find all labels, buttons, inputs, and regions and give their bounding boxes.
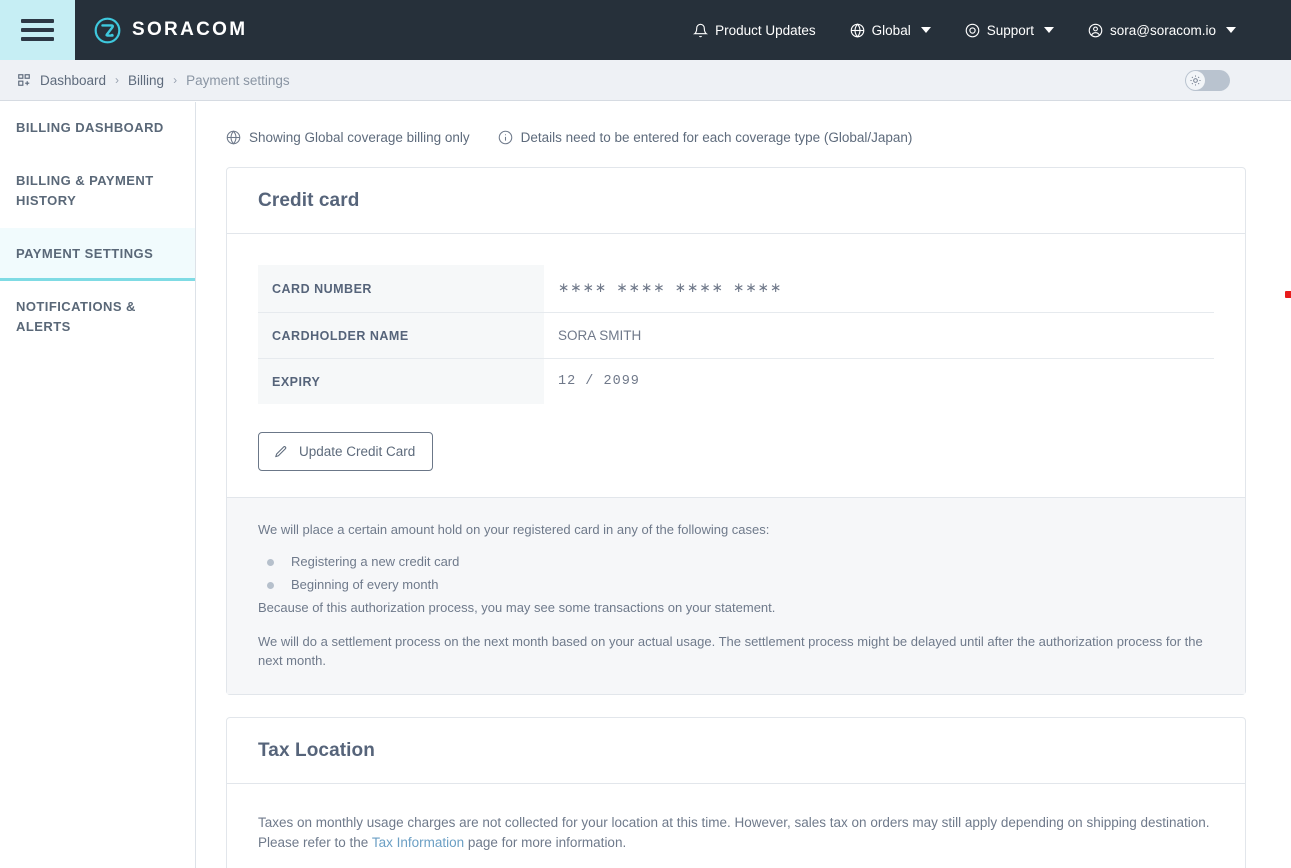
tax-location-panel-header: Tax Location <box>227 718 1245 784</box>
footer-paragraph-2: We will do a settlement process on the n… <box>258 632 1214 670</box>
sun-icon <box>1190 75 1201 86</box>
nav-user-account-label: sora@soracom.io <box>1110 23 1216 38</box>
pencil-icon <box>274 445 288 459</box>
table-row: CARDHOLDER NAME SORA SMITH <box>258 313 1214 359</box>
hamburger-icon-line <box>21 37 54 41</box>
main-content: Showing Global coverage billing only Det… <box>197 102 1291 868</box>
breadcrumb-item-billing[interactable]: Billing <box>128 73 164 88</box>
notice-row: Showing Global coverage billing only Det… <box>197 102 1291 145</box>
credit-card-footer-note: We will place a certain amount hold on y… <box>227 497 1245 694</box>
chevron-down-icon <box>921 27 931 33</box>
top-header-bar: SORACOM Product Updates Global <box>0 0 1291 60</box>
expiry-value: 12 / 2099 <box>544 359 1214 405</box>
table-row: EXPIRY 12 / 2099 <box>258 359 1214 405</box>
chevron-down-icon <box>1044 27 1054 33</box>
credit-card-title: Credit card <box>258 190 1214 212</box>
table-row: CARD NUMBER ∗∗∗∗ ∗∗∗∗ ∗∗∗∗ ∗∗∗∗ <box>258 265 1214 313</box>
list-item: Beginning of every month <box>258 575 1214 594</box>
info-circle-icon <box>498 130 513 145</box>
cursor-marker-dot <box>1285 291 1291 298</box>
credit-card-panel-header: Credit card <box>227 168 1245 234</box>
breadcrumb-item-dashboard[interactable]: Dashboard <box>40 73 106 88</box>
notice-coverage-scope: Showing Global coverage billing only <box>226 130 470 145</box>
footer-after-bullets: Because of this authorization process, y… <box>258 598 1214 617</box>
notice-coverage-details-text: Details need to be entered for each cove… <box>521 130 913 145</box>
tax-location-panel-body: Taxes on monthly usage charges are not c… <box>227 784 1245 868</box>
nav-coverage-global[interactable]: Global <box>833 0 948 60</box>
card-number-value: ∗∗∗∗ ∗∗∗∗ ∗∗∗∗ ∗∗∗∗ <box>544 265 1214 313</box>
credit-card-panel: Credit card CARD NUMBER ∗∗∗∗ ∗∗∗∗ ∗∗∗∗ ∗… <box>226 167 1246 695</box>
tax-location-panel: Tax Location Taxes on monthly usage char… <box>226 717 1246 868</box>
tax-location-title: Tax Location <box>258 740 1214 762</box>
footer-bullet-list: Registering a new credit card Beginning … <box>258 552 1214 594</box>
sidebar-item-billing-payment-history[interactable]: BILLING & PAYMENT HISTORY <box>0 155 195 228</box>
bell-icon <box>693 23 708 38</box>
globe-icon <box>226 130 241 145</box>
nav-support[interactable]: Support <box>948 0 1071 60</box>
notice-coverage-details: Details need to be entered for each cove… <box>498 130 913 145</box>
soracom-logo-icon <box>94 17 121 44</box>
cardholder-name-label: CARDHOLDER NAME <box>258 313 544 359</box>
hamburger-icon-line <box>21 28 54 32</box>
user-circle-icon <box>1088 23 1103 38</box>
theme-toggle[interactable] <box>1185 70 1230 91</box>
sidebar-item-notifications-alerts[interactable]: NOTIFICATIONS & ALERTS <box>0 281 195 354</box>
nav-user-account[interactable]: sora@soracom.io <box>1071 0 1253 60</box>
sidebar: BILLING DASHBOARD BILLING & PAYMENT HIST… <box>0 102 196 868</box>
cardholder-name-value: SORA SMITH <box>544 313 1214 359</box>
hamburger-menu-button[interactable] <box>0 0 75 60</box>
expiry-label: EXPIRY <box>258 359 544 405</box>
globe-icon <box>850 23 865 38</box>
sidebar-item-payment-settings[interactable]: PAYMENT SETTINGS <box>0 228 195 281</box>
credit-card-table: CARD NUMBER ∗∗∗∗ ∗∗∗∗ ∗∗∗∗ ∗∗∗∗ CARDHOLD… <box>258 265 1214 404</box>
sidebar-item-billing-dashboard[interactable]: BILLING DASHBOARD <box>0 102 195 155</box>
nav-coverage-global-label: Global <box>872 23 911 38</box>
list-item: Registering a new credit card <box>258 552 1214 571</box>
breadcrumb-separator: › <box>115 73 119 87</box>
breadcrumb-bar: Dashboard › Billing › Payment settings <box>0 60 1291 101</box>
credit-card-panel-body: CARD NUMBER ∗∗∗∗ ∗∗∗∗ ∗∗∗∗ ∗∗∗∗ CARDHOLD… <box>227 234 1245 497</box>
dashboard-grid-icon <box>17 73 31 87</box>
nav-support-label: Support <box>987 23 1034 38</box>
tax-information-link[interactable]: Tax Information <box>372 835 464 850</box>
breadcrumb: Dashboard › Billing › Payment settings <box>17 73 290 88</box>
tax-text-after-link: page for more information. <box>464 835 626 850</box>
support-circle-icon <box>965 23 980 38</box>
update-credit-card-label: Update Credit Card <box>299 444 415 459</box>
chevron-down-icon <box>1226 27 1236 33</box>
breadcrumb-separator: › <box>173 73 177 87</box>
hamburger-icon-line <box>21 19 54 23</box>
theme-toggle-knob <box>1186 71 1205 90</box>
brand-logo-link[interactable]: SORACOM <box>94 17 247 44</box>
brand-name: SORACOM <box>132 19 247 41</box>
breadcrumb-item-payment-settings: Payment settings <box>186 73 290 88</box>
nav-product-updates-label: Product Updates <box>715 23 816 38</box>
card-number-label: CARD NUMBER <box>258 265 544 313</box>
update-credit-card-button[interactable]: Update Credit Card <box>258 432 433 471</box>
notice-coverage-scope-text: Showing Global coverage billing only <box>249 130 470 145</box>
top-navigation: Product Updates Global Support <box>676 0 1291 60</box>
footer-intro: We will place a certain amount hold on y… <box>258 520 1214 539</box>
nav-product-updates[interactable]: Product Updates <box>676 0 833 60</box>
